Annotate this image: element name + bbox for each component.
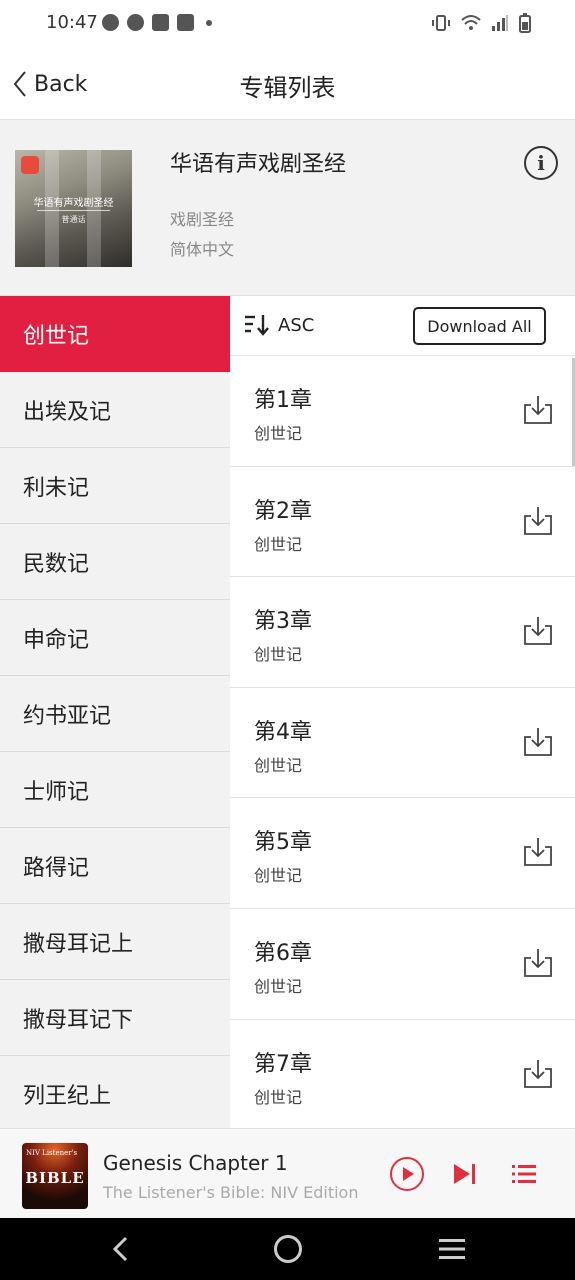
chapter-list: 第1章 创世记 第2章 创世记 第3章 创世记 第4章 创世记 第5章 创世记 … bbox=[230, 356, 575, 1128]
chapter-row[interactable]: 第1章 创世记 bbox=[230, 356, 575, 467]
cover-divider bbox=[37, 210, 110, 211]
chapter-row[interactable]: 第7章 创世记 bbox=[230, 1020, 575, 1128]
sort-ascending-icon bbox=[245, 315, 269, 336]
book-label: 利未记 bbox=[23, 475, 90, 501]
book-item[interactable]: 出埃及记 bbox=[0, 372, 230, 448]
cover-title: 华语有声戏剧圣经 bbox=[33, 198, 114, 209]
vibrate-icon bbox=[432, 15, 450, 31]
chapter-title: 第6章 bbox=[254, 940, 312, 966]
play-icon[interactable] bbox=[389, 1156, 425, 1192]
chapter-title: 第2章 bbox=[254, 498, 312, 524]
book-item[interactable]: 撒母耳记下 bbox=[0, 980, 230, 1056]
system-nav-bar bbox=[0, 1218, 575, 1280]
skip-next-icon[interactable] bbox=[452, 1162, 478, 1186]
book-item[interactable]: 民数记 bbox=[0, 524, 230, 600]
download-icon[interactable] bbox=[522, 394, 554, 426]
cover-top-text: NIV Listener's bbox=[26, 1149, 78, 1157]
book-item[interactable]: 约书亚记 bbox=[0, 676, 230, 752]
download-icon[interactable] bbox=[522, 615, 554, 647]
book-label: 约书亚记 bbox=[23, 703, 112, 729]
book-item[interactable]: 路得记 bbox=[0, 828, 230, 904]
download-icon[interactable] bbox=[522, 505, 554, 537]
book-item[interactable]: 申命记 bbox=[0, 600, 230, 676]
info-icon[interactable]: i bbox=[524, 146, 558, 180]
chevron-left-icon bbox=[13, 71, 26, 97]
chapter-book: 创世记 bbox=[254, 424, 303, 443]
album-genre: 戏剧圣经 bbox=[170, 210, 235, 229]
book-list: 创世记 出埃及记 利未记 民数记 申命记 约书亚记 士师记 路得记 撒母耳记上 … bbox=[0, 296, 230, 1128]
notification-icons bbox=[102, 14, 212, 31]
signal-icon bbox=[492, 15, 508, 31]
check-badge-icon bbox=[127, 14, 144, 31]
book-item[interactable]: 士师记 bbox=[0, 752, 230, 828]
chapter-row[interactable]: 第5章 创世记 bbox=[230, 798, 575, 909]
track-subtitle: The Listener's Bible: NIV Edition bbox=[103, 1183, 359, 1202]
chapter-book: 创世记 bbox=[254, 1087, 303, 1107]
chapter-row[interactable]: 第4章 创世记 bbox=[230, 688, 575, 799]
system-icons bbox=[431, 13, 531, 33]
book-label: 路得记 bbox=[23, 855, 90, 881]
chapter-title: 第1章 bbox=[254, 388, 312, 413]
chapter-book: 创世记 bbox=[254, 976, 303, 996]
nav-back-icon[interactable] bbox=[108, 1235, 136, 1263]
back-label: Back bbox=[34, 71, 88, 97]
album-title: 华语有声戏剧圣经 bbox=[170, 152, 347, 177]
mail-icon bbox=[152, 14, 169, 31]
download-icon[interactable] bbox=[522, 836, 554, 868]
chapter-title: 第4章 bbox=[254, 719, 312, 745]
album-language: 简体中文 bbox=[170, 240, 235, 259]
sort-label: ASC bbox=[278, 314, 315, 336]
book-label: 民数记 bbox=[23, 551, 90, 577]
nav-recents-icon[interactable] bbox=[438, 1237, 466, 1261]
download-all-button[interactable]: Download All bbox=[413, 307, 546, 345]
book-item[interactable]: 列王纪上 bbox=[0, 1056, 230, 1128]
status-time: 10:47 bbox=[46, 12, 98, 33]
book-label: 士师记 bbox=[23, 779, 90, 805]
battery-icon bbox=[519, 13, 531, 33]
download-icon[interactable] bbox=[522, 947, 554, 979]
chapter-panel: ASC Download All 第1章 创世记 第2章 创世记 第3章 创世记 bbox=[230, 296, 575, 1128]
cover-subtitle: 普通话 bbox=[61, 215, 86, 224]
chapter-row[interactable]: 第2章 创世记 bbox=[230, 467, 575, 578]
chapter-row[interactable]: 第3章 创世记 bbox=[230, 577, 575, 688]
book-label: 撒母耳记上 bbox=[23, 931, 134, 957]
status-bar: 10:47 bbox=[0, 0, 575, 48]
book-item[interactable]: 撒母耳记上 bbox=[0, 904, 230, 980]
wifi-icon bbox=[461, 15, 481, 30]
chat-bubble-icon bbox=[102, 14, 119, 31]
chapter-book: 创世记 bbox=[254, 645, 303, 665]
app-header: Back 专辑列表 bbox=[0, 48, 575, 120]
book-label: 申命记 bbox=[23, 627, 90, 653]
book-label: 创世记 bbox=[23, 323, 90, 349]
chapter-title: 第5章 bbox=[254, 830, 312, 856]
chapter-book: 创世记 bbox=[254, 534, 303, 554]
download-icon[interactable] bbox=[522, 726, 554, 758]
chapter-book: 创世记 bbox=[254, 866, 303, 886]
playlist-icon[interactable] bbox=[512, 1164, 536, 1184]
chapter-toolbar: ASC Download All bbox=[230, 296, 575, 356]
book-item[interactable]: 利未记 bbox=[0, 448, 230, 524]
track-title: Genesis Chapter 1 bbox=[103, 1151, 288, 1175]
chapter-title: 第3章 bbox=[254, 609, 312, 635]
album-cover-image: 华语有声戏剧圣经 普通话 bbox=[15, 150, 132, 267]
mail-icon bbox=[177, 14, 194, 31]
track-cover-image: NIV Listener's BIBLE bbox=[22, 1143, 88, 1209]
app-logo-icon bbox=[21, 156, 39, 174]
book-label: 列王纪上 bbox=[23, 1083, 112, 1109]
book-label: 出埃及记 bbox=[23, 399, 112, 425]
dot-icon bbox=[206, 19, 212, 26]
download-icon[interactable] bbox=[522, 1058, 554, 1090]
cover-big-text: BIBLE bbox=[25, 1169, 85, 1187]
back-button[interactable]: Back bbox=[12, 68, 87, 100]
nav-home-icon[interactable] bbox=[274, 1235, 302, 1263]
chapter-title: 第7章 bbox=[254, 1051, 312, 1077]
album-info: 华语有声戏剧圣经 普通话 华语有声戏剧圣经 戏剧圣经 简体中文 i bbox=[0, 120, 575, 296]
book-label: 撒母耳记下 bbox=[23, 1007, 134, 1033]
chapter-row[interactable]: 第6章 创世记 bbox=[230, 909, 575, 1020]
chapter-book: 创世记 bbox=[254, 755, 303, 775]
sort-button[interactable]: ASC bbox=[244, 314, 314, 336]
mini-player[interactable]: NIV Listener's BIBLE Genesis Chapter 1 T… bbox=[0, 1128, 575, 1218]
book-item[interactable]: 创世记 bbox=[0, 296, 230, 372]
